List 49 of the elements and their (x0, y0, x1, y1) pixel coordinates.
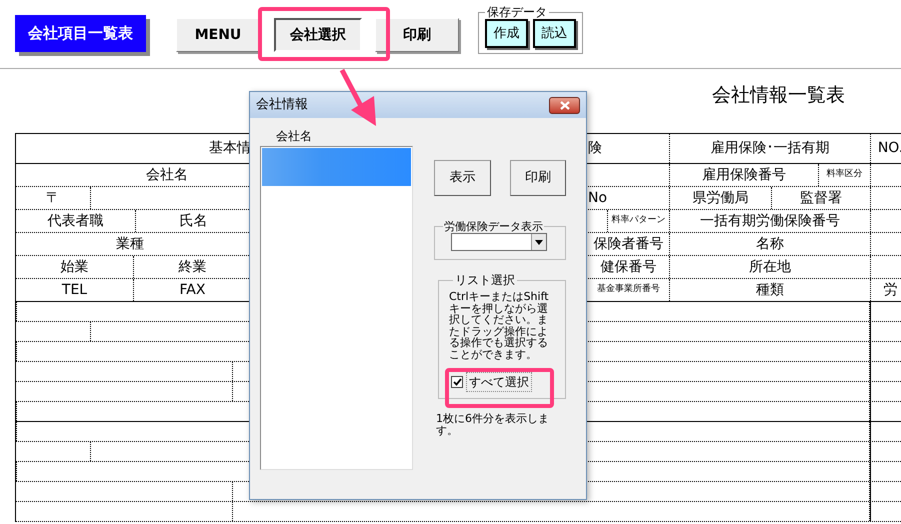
save-data-button[interactable]: 読込 (533, 19, 576, 48)
sheet-title: 会社情報一覧表 (712, 83, 845, 107)
table-cell-text: 基金事業所番号 (597, 283, 660, 296)
table-cell-text: 代表者職 (48, 212, 104, 230)
table-cell-text: 名称 (756, 234, 784, 254)
dropdown-arrow-icon (535, 240, 543, 244)
table-cell-text: 県労働局 (692, 188, 748, 208)
table-cell-text: 所在地 (749, 258, 791, 276)
table-cell-text: 氏名 (180, 212, 208, 230)
table-cell-text: 一括有期労働保険番号 (700, 212, 840, 230)
help-text: CtrlキーまたはShiftキーを押しながら選択してください。またドラッグ操作による操作でも選択することができます。 (449, 291, 550, 360)
dialog-title: 会社情報 (256, 96, 308, 114)
close-button[interactable] (549, 96, 580, 114)
close-icon (560, 100, 570, 110)
table-cell-text: 料率パターン (612, 214, 666, 228)
table-cell-text: 健保番号 (600, 258, 656, 276)
dropdown-field[interactable] (451, 233, 547, 251)
table-cell-text: 〒 (46, 188, 60, 208)
table-cell-text: FAX (180, 280, 206, 300)
save-data-button[interactable]: 作成 (485, 19, 528, 48)
group-label: 保存データ (486, 6, 548, 19)
dialog-button[interactable]: 表示 (434, 160, 490, 196)
dialog-button[interactable]: 印刷 (510, 160, 566, 196)
list-label: 会社名 (276, 128, 313, 144)
table-cell-text: 雇用保険･一括有期 (710, 139, 830, 158)
table-cell-text: 種類 (756, 280, 784, 300)
table-cell-text: 料率区分 (826, 168, 862, 182)
toolbar-button[interactable]: MENU (176, 18, 260, 52)
table-cell-text: 始業 (60, 258, 88, 276)
company-listbox[interactable] (260, 146, 413, 470)
note-text: 1枚に6件分を表示します。 (436, 413, 550, 437)
table-cell-text: 保険者番号 (594, 234, 664, 254)
table-cell-text: 険 (588, 139, 602, 158)
group-label: リスト選択 (454, 274, 516, 287)
toolbar-button[interactable]: 印刷 (375, 18, 459, 52)
table-cell-text: TEL (62, 280, 88, 300)
sheet-list-button[interactable]: 会社項目一覧表 (15, 15, 146, 52)
checkmark-icon (452, 378, 462, 386)
table-cell-text: 雇用保険番号 (702, 166, 786, 184)
table-cell-text: 基本情 (209, 139, 251, 158)
table-cell-text: 監督署 (800, 188, 842, 208)
table-cell-text: 会社名 (146, 166, 188, 184)
table-cell-text: 業種 (116, 234, 144, 254)
checkbox[interactable] (451, 376, 463, 388)
group-label: 労働保険データ表示 (443, 220, 544, 233)
table-cell-text: 終業 (178, 258, 206, 276)
table-cell-text: 労 (884, 280, 898, 300)
toolbar-button[interactable]: 会社選択 (274, 18, 362, 52)
table-cell-text: No (588, 188, 608, 208)
